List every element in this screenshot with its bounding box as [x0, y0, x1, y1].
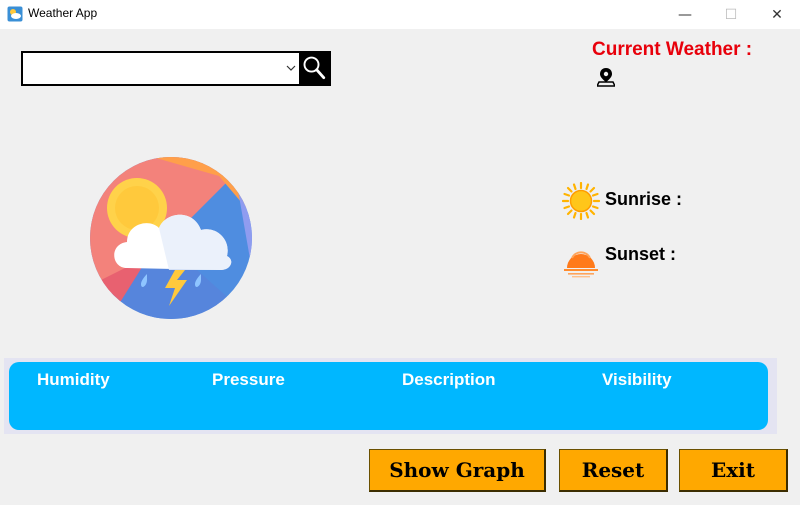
visibility-header: Visibility: [602, 370, 672, 389]
location-pin-icon: [597, 68, 615, 87]
maximize-button[interactable]: ☐: [708, 0, 754, 29]
sunset-label: Sunset :: [605, 244, 677, 264]
close-button[interactable]: ✕: [754, 0, 800, 29]
description-header: Description: [402, 370, 496, 389]
city-search-input[interactable]: [23, 53, 281, 84]
chevron-down-icon[interactable]: [284, 61, 298, 75]
title-bar: Weather App — ☐ ✕: [0, 0, 800, 29]
humidity-header: Humidity: [37, 370, 110, 389]
window-title: Weather App: [28, 6, 98, 20]
search-button[interactable]: [299, 51, 331, 86]
sun-icon: [562, 182, 600, 220]
pressure-header: Pressure: [212, 370, 285, 389]
sunset-icon: [564, 251, 598, 278]
reset-button[interactable]: Reset: [559, 449, 668, 492]
sunrise-label: Sunrise :: [605, 189, 683, 209]
show-graph-button[interactable]: Show Graph: [369, 449, 546, 492]
city-combobox[interactable]: [21, 51, 299, 86]
magnifier-icon: [303, 56, 326, 80]
exit-button[interactable]: Exit: [679, 449, 788, 492]
cloud-sun-thunderstorm-icon: [90, 157, 252, 319]
current-weather-label: Current Weather :: [592, 39, 753, 60]
weather-app-icon: [7, 6, 23, 22]
minimize-button[interactable]: —: [662, 0, 708, 29]
